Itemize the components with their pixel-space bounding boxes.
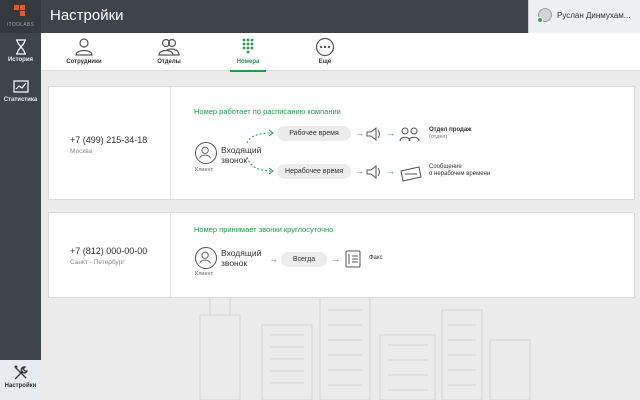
destination-title: Отдел продаж [429,127,472,133]
client-label: Клиент [195,167,214,173]
number-card[interactable]: +7 (499) 215-34-18 Москва Номер работает… [48,86,635,200]
tools-icon [13,365,28,380]
number-info: +7 (499) 215-34-18 Москва [49,87,171,199]
schedule-text: Номер принимает звонки круглосуточно [194,225,334,234]
tab-label: Номера [236,59,260,65]
arrow-icon: → [331,254,340,264]
destination-label: Сообщение о нерабочем времени [429,164,490,178]
schedule-pill-off[interactable]: Нерабочее время [277,164,351,179]
client-label: Клиент [195,271,214,277]
client-icon [195,142,217,164]
tab-departments[interactable]: Отделы [139,37,199,65]
number-card[interactable]: +7 (812) 000-00-00 Санкт - Петербург Ном… [48,212,635,298]
tab-employees[interactable]: Сотрудники [54,37,114,65]
tab-numbers[interactable]: Номера [218,37,278,72]
arrow-icon: → [355,128,364,138]
destination-label: Отдел продаж (отдел) [429,127,471,141]
fax-icon [345,250,361,268]
sidebar-item-statistics[interactable]: Статистика [0,74,41,114]
more-icon [315,37,335,57]
sidebar-item-label: История [7,57,34,63]
user-icon [75,38,93,56]
sidebar-item-label: Настройки [4,383,37,389]
sidebar-item-label: Статистика [3,97,38,103]
logo[interactable]: ITOOLABS [0,0,41,33]
speaker-icon [366,126,380,142]
user-menu[interactable]: Руслан Динмухам... [528,0,640,33]
destination-title: Факс [369,255,383,261]
arrow-icon: → [355,166,364,176]
avatar [537,8,552,23]
logo-text: ITOOLABS [6,22,35,28]
arrow-icon: → [386,166,395,176]
online-status-icon [537,17,543,23]
keypad-icon [242,38,254,54]
client-icon [195,247,217,269]
page-title: Настройки [50,7,124,24]
arrow-icon: → [386,128,395,138]
schedule-pill-work[interactable]: Рабочее время [277,126,351,141]
user-name: Руслан Динмухам... [557,11,631,20]
department-icon [399,127,420,142]
logo-mark-icon [14,5,28,19]
sidebar-item-settings[interactable]: Настройки [0,360,41,400]
incoming-call-label: Входящий звонок [221,248,262,268]
number-info: +7 (812) 000-00-00 Санкт - Петербург [49,213,171,297]
city-name: Москва [70,148,93,155]
speaker-icon [366,164,380,180]
sidebar: ITOOLABS История Статистика Настройки [0,0,41,400]
tab-label: Сотрудники [66,59,102,65]
phone-number: +7 (812) 000-00-00 [70,246,148,256]
destination-line1: Сообщение [429,164,462,170]
top-bar: Настройки Руслан Динмухам... [41,0,640,33]
city-illustration [199,280,531,400]
chart-icon [12,80,29,93]
branch-arrows-icon [246,129,274,175]
tab-label: Ещё [318,59,332,65]
destination-line2: о нерабочем времени [429,171,491,177]
schedule-pill-always[interactable]: Всегда [281,252,327,267]
tab-more[interactable]: Ещё [295,37,355,65]
city-name: Санкт - Петербург [70,259,125,266]
arrow-icon: → [269,254,278,264]
users-icon [158,38,180,56]
sidebar-item-history[interactable]: История [0,34,41,74]
tab-label: Отделы [157,59,181,65]
schedule-text: Номер работает по расписанию компании [194,107,341,116]
phone-number: +7 (499) 215-34-18 [70,135,148,145]
tab-bar: Сотрудники Отделы Номера Ещё [41,33,640,72]
message-sign-icon [400,166,422,182]
hourglass-icon [15,39,26,55]
destination-subtitle: (отдел) [429,134,448,140]
